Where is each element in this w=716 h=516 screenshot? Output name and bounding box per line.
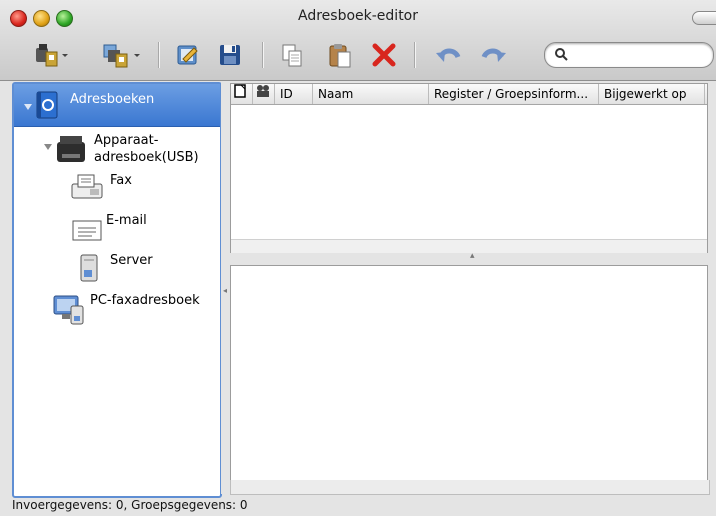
horizontal-splitter[interactable]: ▴ [230, 251, 708, 265]
card-icon [234, 84, 246, 98]
column-header-register-group-info[interactable]: Register / Groepsinform... [429, 84, 599, 104]
undo-icon [436, 48, 461, 62]
sidebar-item-server[interactable]: Server [76, 252, 153, 286]
sidebar-item-device-address-book[interactable]: Apparaat- adresboek(USB) [54, 132, 199, 166]
title-toolbar: Adresboek-editor [0, 0, 716, 81]
server-icon [80, 254, 98, 282]
redo-icon [481, 48, 506, 62]
pc-fax-icon [53, 295, 84, 325]
search-field[interactable] [544, 42, 714, 68]
paste-icon [329, 44, 351, 68]
window-title: Adresboek-editor [298, 8, 418, 24]
sidebar-item-address-books-row[interactable]: Adresboeken [34, 90, 154, 120]
edit-icon [177, 45, 198, 65]
delete-icon [372, 43, 396, 67]
copy-icon [282, 44, 302, 67]
new-contact-button[interactable] [28, 38, 72, 72]
detail-pane [230, 265, 708, 481]
column-header-updated-on[interactable]: Bijgewerkt op [599, 84, 705, 104]
undo-button[interactable] [430, 38, 466, 72]
sidebar-item-email[interactable]: E-mail [70, 212, 147, 242]
group-icon [257, 85, 269, 97]
toolbar-toggle-button[interactable] [692, 11, 716, 25]
sidebar-label-pc-fax-address-book: PC-faxadresboek [90, 293, 200, 308]
search-input[interactable] [571, 46, 705, 64]
sidebar-label-address-books: Adresboeken [70, 92, 155, 107]
search-icon [555, 48, 568, 61]
detail-scrollbar[interactable] [230, 480, 710, 495]
save-button[interactable] [212, 38, 248, 72]
toolbar-separator [262, 42, 264, 68]
redo-button[interactable] [476, 38, 512, 72]
copy-button[interactable] [274, 38, 310, 72]
sidebar-label-device-address-book: Apparaat- adresboek(USB) [94, 133, 199, 165]
sidebar-label-email: E-mail [106, 213, 147, 228]
address-book-sidebar[interactable]: Adresboeken Apparaat- adresboek(USB) Fax [12, 82, 222, 498]
edit-button[interactable] [170, 38, 206, 72]
toolbar-separator [414, 42, 416, 68]
status-bar-text: Invoergegevens: 0, Groepsgegevens: 0 [12, 498, 248, 512]
disclosure-triangle-icon[interactable] [24, 104, 32, 110]
printer-device-icon [57, 136, 85, 162]
sidebar-item-fax[interactable]: Fax [70, 172, 132, 202]
column-header-type-icon[interactable] [231, 84, 253, 104]
sidebar-label-server: Server [110, 253, 153, 268]
sidebar-item-pc-fax-address-book[interactable]: PC-faxadresboek [52, 292, 200, 328]
splitter-grip-icon[interactable]: ▴ [470, 251, 475, 261]
fax-icon [71, 174, 103, 199]
address-book-editor-window: Adresboek-editor Adresboeken Apparaat- a… [0, 0, 716, 516]
sidebar-label-fax: Fax [110, 173, 132, 188]
column-header-id[interactable]: ID [275, 84, 313, 104]
disclosure-triangle-icon[interactable] [44, 144, 52, 150]
delete-button[interactable] [366, 38, 402, 72]
new-group-button[interactable] [96, 38, 146, 72]
table-header: ID Naam Register / Groepsinform... Bijge… [231, 84, 707, 105]
column-header-group-icon[interactable] [253, 84, 275, 104]
new-contact-icon [36, 44, 68, 67]
column-header-name[interactable]: Naam [313, 84, 429, 104]
splitter-grip-icon[interactable]: ◂ [223, 286, 227, 295]
entries-table[interactable]: ID Naam Register / Groepsinform... Bijge… [230, 83, 708, 255]
toolbar-separator [158, 42, 160, 68]
horizontal-scrollbar[interactable] [231, 239, 707, 254]
address-book-icon [36, 91, 58, 119]
new-group-icon [103, 44, 140, 68]
save-icon [220, 45, 240, 65]
paste-button[interactable] [322, 38, 358, 72]
email-icon [72, 220, 102, 241]
